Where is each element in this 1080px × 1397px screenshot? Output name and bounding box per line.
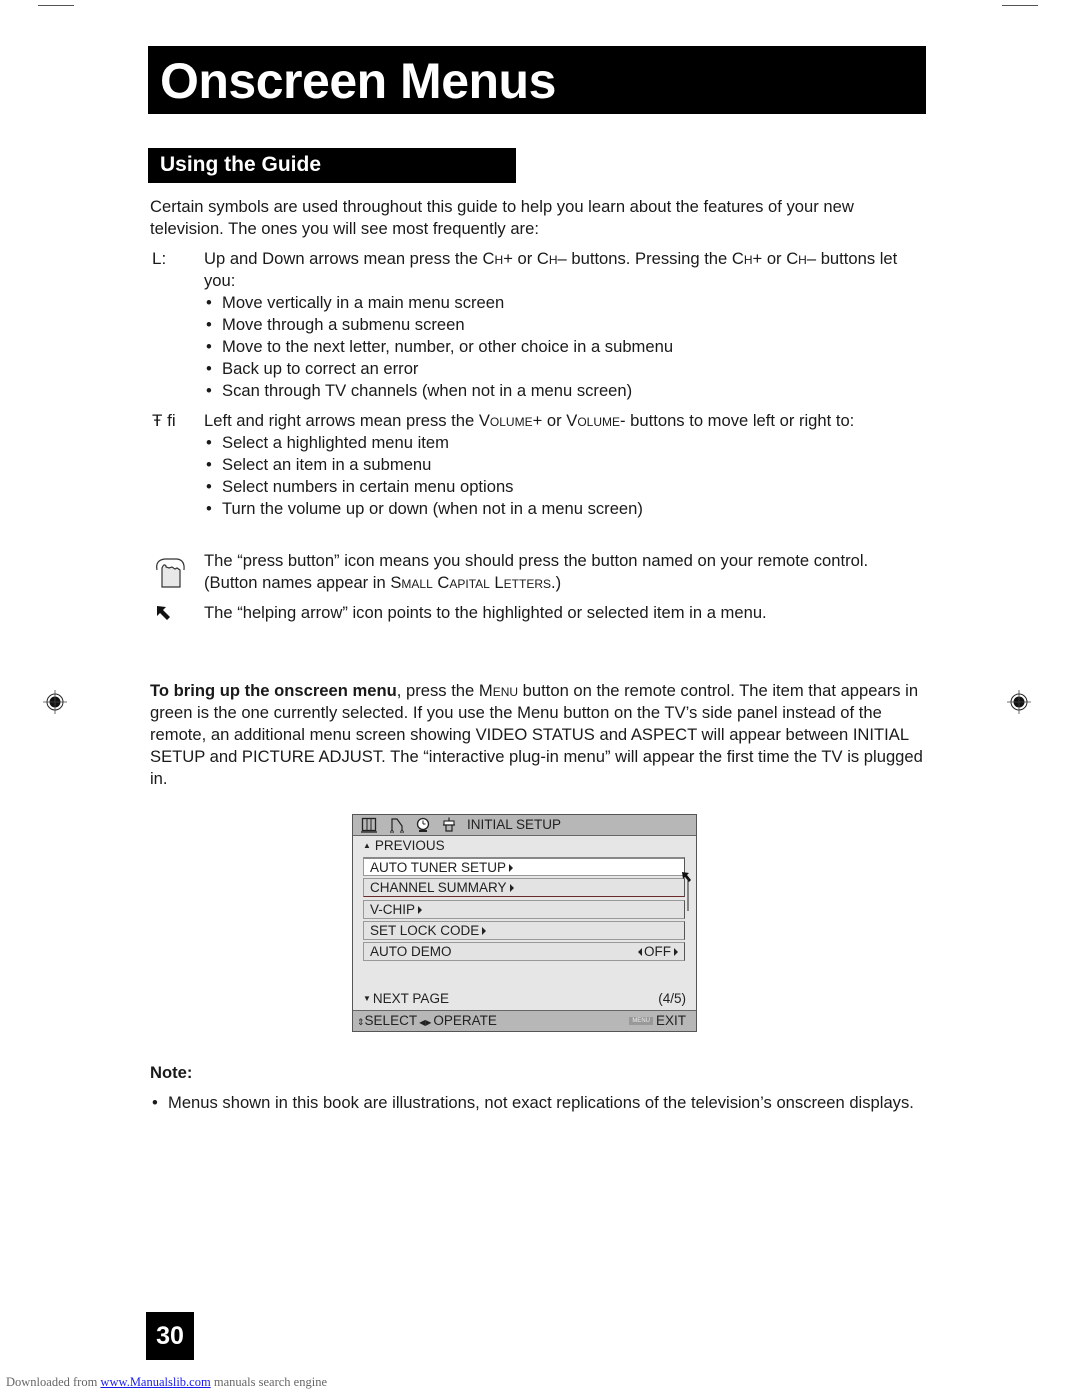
menu-item-v-chip[interactable]: V-CHIP (363, 900, 685, 919)
crop-mark-right (1002, 5, 1038, 6)
symbol-updown-text: Up and Down arrows mean press the Ch+ or… (204, 249, 898, 290)
page-title: Onscreen Menus (160, 53, 556, 109)
crop-mark-left (38, 5, 74, 6)
menu-item-auto-tuner-setup[interactable]: AUTO TUNER SETUP (363, 857, 685, 876)
auto-demo-value[interactable]: OFF (638, 943, 678, 961)
setup-icon (443, 817, 455, 832)
menu-footer: ⇕SELECT ◀▶ OPERATE MENU EXIT (353, 1010, 696, 1031)
submenu-arrow-icon (418, 906, 423, 914)
symbol-leftright-text: Left and right arrows mean press the Vol… (204, 411, 855, 430)
section-title: Using the Guide (160, 153, 322, 176)
menu-item-auto-demo[interactable]: AUTO DEMO OFF (363, 942, 685, 961)
list-item: Scan through TV channels (when not in a … (204, 380, 920, 402)
symbol-helping-arrow-text: The “helping arrow” icon points to the h… (204, 603, 767, 622)
leftright-bullet-list: Select a highlighted menu item Select an… (204, 432, 920, 520)
title-bar: Onscreen Menus (148, 46, 926, 114)
menu-key-icon: MENU (629, 1017, 653, 1026)
updown-bullet-list: Move vertically in a main menu screen Mo… (204, 292, 920, 402)
list-item: Select a highlighted menu item (204, 432, 920, 454)
submenu-arrow-icon (509, 884, 514, 892)
tv-menu-illustration: INITIAL SETUP ▲ PREVIOUS AUTO TUNER SETUP… (352, 814, 697, 1032)
list-item: Select numbers in certain menu options (204, 476, 920, 498)
footer-select-operate: ⇕SELECT ◀▶ OPERATE (357, 1013, 497, 1028)
note-label: Note: (150, 1063, 193, 1082)
menu-previous[interactable]: ▲ PREVIOUS (363, 838, 445, 853)
list-item: Move vertically in a main menu screen (204, 292, 920, 314)
submenu-arrow-icon (509, 864, 514, 872)
list-item: Move to the next letter, number, or othe… (204, 336, 920, 358)
up-down-arrows-icon: L: (152, 249, 167, 268)
menu-item-set-lock-code[interactable]: SET LOCK CODE (363, 921, 685, 940)
registration-mark-icon (1007, 690, 1031, 714)
manualslib-link[interactable]: www.Manualslib.com (100, 1375, 210, 1389)
menu-helping-arrow-icon (682, 872, 691, 911)
picture-icon (361, 817, 377, 833)
menu-title: INITIAL SETUP (467, 817, 562, 832)
footer-exit: MENU EXIT (629, 1013, 686, 1028)
menu-page-indicator: (4/5) (658, 991, 686, 1006)
menu-header: INITIAL SETUP (353, 815, 696, 836)
list-item: Back up to correct an error (204, 358, 920, 380)
list-item: Select an item in a submenu (204, 454, 920, 476)
submenu-arrow-icon (482, 927, 487, 935)
helping-arrow-icon (157, 606, 170, 620)
list-item: Move through a submenu screen (204, 314, 920, 336)
intro-paragraph: Certain symbols are used throughout this… (150, 197, 854, 238)
menu-paragraph: To bring up the onscreen menu, press the… (150, 681, 923, 788)
press-button-icon (156, 558, 185, 588)
note-content: Menus shown in this book are illustratio… (150, 1092, 925, 1114)
sound-icon (390, 818, 404, 833)
registration-mark-icon (43, 690, 67, 714)
note-bullet-list: Menus shown in this book are illustratio… (150, 1092, 925, 1114)
symbol-leftright-description: Left and right arrows mean press the Vol… (204, 410, 920, 520)
page-number: 30 (146, 1312, 194, 1360)
menu-item-channel-summary[interactable]: CHANNEL SUMMARY (363, 878, 685, 897)
section-bar: Using the Guide (148, 148, 516, 183)
list-item: Menus shown in this book are illustratio… (150, 1092, 925, 1114)
symbol-updown-description: Up and Down arrows mean press the Ch+ or… (204, 248, 920, 402)
left-right-arrows-icon: Ŧ fi (152, 411, 176, 430)
clock-icon (416, 817, 430, 832)
symbol-press-button-text: The “press button” icon means you should… (204, 551, 869, 592)
menu-next-page[interactable]: ▼ NEXT PAGE (363, 991, 449, 1006)
download-footer: Downloaded from www.Manualslib.com manua… (6, 1375, 327, 1389)
list-item: Turn the volume up or down (when not in … (204, 498, 920, 520)
